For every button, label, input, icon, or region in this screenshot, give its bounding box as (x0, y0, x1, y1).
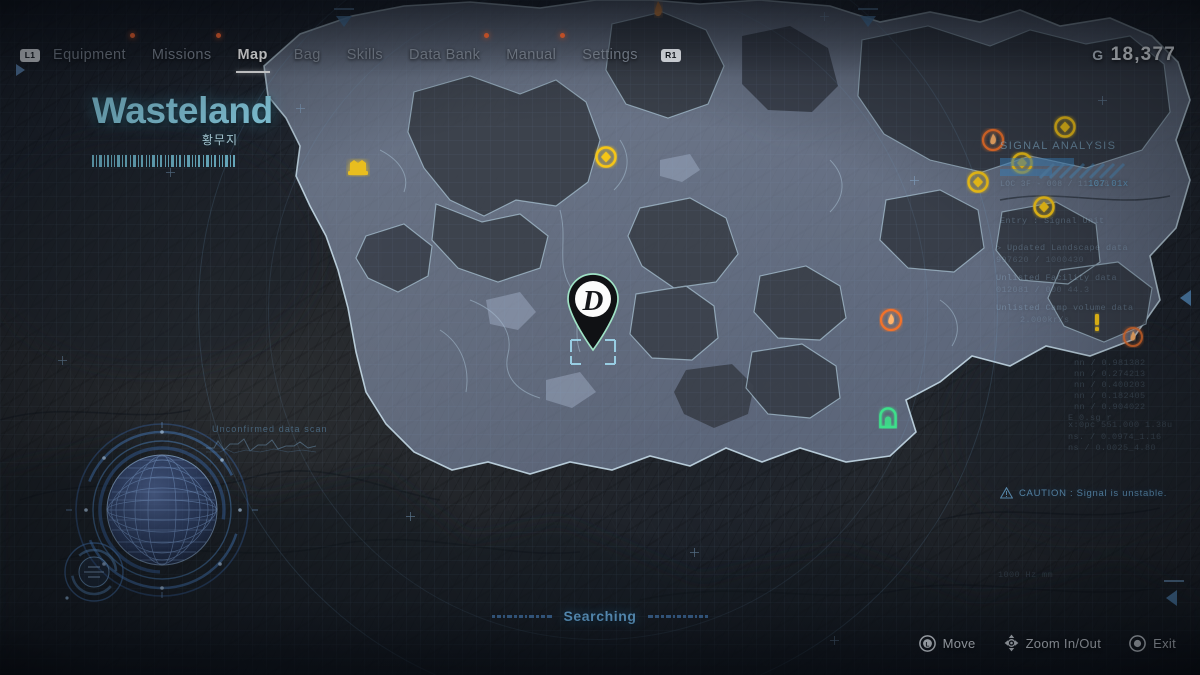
edge-indicator-north-west (336, 16, 352, 27)
tab-bag-label: Bag (293, 47, 321, 63)
marker-combat-east[interactable] (877, 306, 905, 334)
tab-map[interactable]: Map (225, 42, 281, 73)
tab-manual-label: Manual (506, 47, 557, 63)
searching-label: Searching (563, 608, 637, 624)
marker-settlement-west[interactable] (344, 154, 372, 178)
map-tick (690, 548, 699, 557)
edge-indicator-east-upper (1180, 290, 1191, 306)
map-tick (1098, 96, 1107, 105)
tab-equipment[interactable]: Equipment (40, 33, 139, 68)
tab-settings-label: Settings (582, 47, 638, 63)
hud-entry-label: Entry : Signal Unit (1000, 216, 1105, 226)
map-tick (910, 176, 919, 185)
searching-dash-left (492, 614, 553, 618)
warning-triangle-icon (1000, 487, 1013, 499)
tab-equipment-label: Equipment (53, 47, 126, 63)
radar-compass-widget[interactable] (62, 540, 126, 604)
tab-bag[interactable]: Bag (281, 42, 334, 68)
marker-objective-north[interactable] (594, 145, 618, 169)
marker-alert-east[interactable] (1090, 311, 1104, 333)
tab-data-bank-label: Data Bank (408, 47, 481, 63)
svg-text:L: L (925, 641, 929, 648)
hud-numeric2-0: x:0pc 551.000 1.38u (1068, 420, 1173, 430)
stick-left-icon: L (918, 634, 936, 652)
game-map-screen: D L1 Equipment Missions Map Bag Skills D… (0, 0, 1200, 675)
edge-indicator-east (1166, 590, 1177, 606)
hud-numeric2-2: ns / 0.0025_4.80 (1068, 443, 1157, 453)
control-move-label: Move (942, 635, 976, 651)
tab-active-underline (235, 71, 270, 73)
marker-combat-far-east[interactable] (1119, 323, 1147, 351)
control-zoom[interactable]: Zoom In/Out (1004, 634, 1102, 652)
currency-amount: 18,377 (1110, 44, 1176, 65)
map-tick (830, 636, 839, 645)
circle-button-icon (1129, 634, 1146, 652)
control-zoom-label: Zoom In/Out (1025, 635, 1102, 651)
control-move[interactable]: L Move (918, 634, 976, 652)
tab-skills-label: Skills (346, 47, 383, 63)
searching-dash-right (647, 614, 708, 618)
hud-numeric-3: nn / 0.182405 (1074, 391, 1146, 401)
hud-numeric2-1: ns. / 0.0974_1.16 (1068, 432, 1162, 442)
map-tick (296, 104, 305, 113)
searching-status: Searching (0, 608, 1200, 624)
dpad-icon (1004, 634, 1018, 652)
map-tick (820, 12, 829, 21)
tab-data-bank[interactable]: Data Bank (396, 33, 493, 68)
tab-skills[interactable]: Skills (334, 42, 396, 68)
control-exit[interactable]: Exit (1129, 634, 1176, 652)
hud-line-4: Unlisted Camp volume data (996, 303, 1134, 313)
hud-line-1: 997620 / 1000430 (996, 255, 1085, 265)
tab-equipment-badge (129, 33, 135, 38)
marker-flare-north[interactable] (649, 0, 667, 21)
map-tick (58, 356, 67, 365)
tab-missions[interactable]: Missions (139, 33, 225, 68)
caution-text: CAUTION : Signal is unstable. (1019, 487, 1168, 499)
radar-waveform (206, 438, 316, 454)
edge-indicator-cap (858, 8, 878, 10)
marker-objective-ne-3[interactable] (966, 170, 990, 194)
player-selection-bracket (570, 339, 616, 365)
map-tick (166, 168, 175, 177)
edge-indicator-north-east (860, 16, 876, 27)
map-tick (406, 512, 415, 521)
hud-numeric-1: nn / 0.274213 (1074, 369, 1146, 379)
player-marker-letter: D (582, 285, 604, 317)
tab-settings[interactable]: Settings (569, 42, 651, 68)
hud-numeric-4: nn / 0.904022 (1074, 402, 1146, 412)
marker-shelter-east[interactable] (877, 405, 899, 431)
shoulder-button-r1[interactable]: R1 (660, 48, 681, 62)
hud-signal-title: SIGNAL ANALYSIS (1000, 140, 1117, 152)
hud-line-3: 012081 / 000 44.3 (996, 285, 1090, 295)
currency-display: G 18,377 (1092, 44, 1176, 66)
tab-manual[interactable]: Manual (493, 33, 569, 68)
currency-symbol: G (1092, 47, 1104, 63)
hud-small-note: 1000 Hz mm (998, 570, 1054, 580)
hud-numeric-0: nn / 0.981382 (1074, 358, 1146, 368)
tab-missions-badge (215, 33, 221, 38)
main-nav-tabs: L1 Equipment Missions Map Bag Skills Dat… (20, 33, 681, 73)
edge-indicator-cap (1164, 580, 1184, 582)
control-exit-label: Exit (1153, 635, 1176, 651)
edge-indicator-cap (334, 8, 354, 10)
tab-missions-label: Missions (151, 47, 212, 63)
tab-map-label: Map (237, 47, 268, 63)
hud-line-0: ▷ Updated Landscape data (996, 243, 1129, 253)
hud-signal-freq: 107.01x (1088, 179, 1129, 189)
caution-message: CAUTION : Signal is unstable. (1000, 487, 1167, 499)
control-hints: L Move Zoom In/Out Exit (918, 634, 1176, 652)
marker-objective-ne-1[interactable] (1053, 115, 1077, 139)
shoulder-button-l1[interactable]: L1 (20, 48, 40, 62)
hud-line-2: Unlisted Facility data (996, 273, 1118, 283)
hud-line-5: 2.000kr/s (1020, 315, 1070, 325)
radar-scan-label: Unconfirmed data scan (212, 424, 328, 434)
hud-numeric-2: nn / 0.400203 (1074, 380, 1146, 390)
